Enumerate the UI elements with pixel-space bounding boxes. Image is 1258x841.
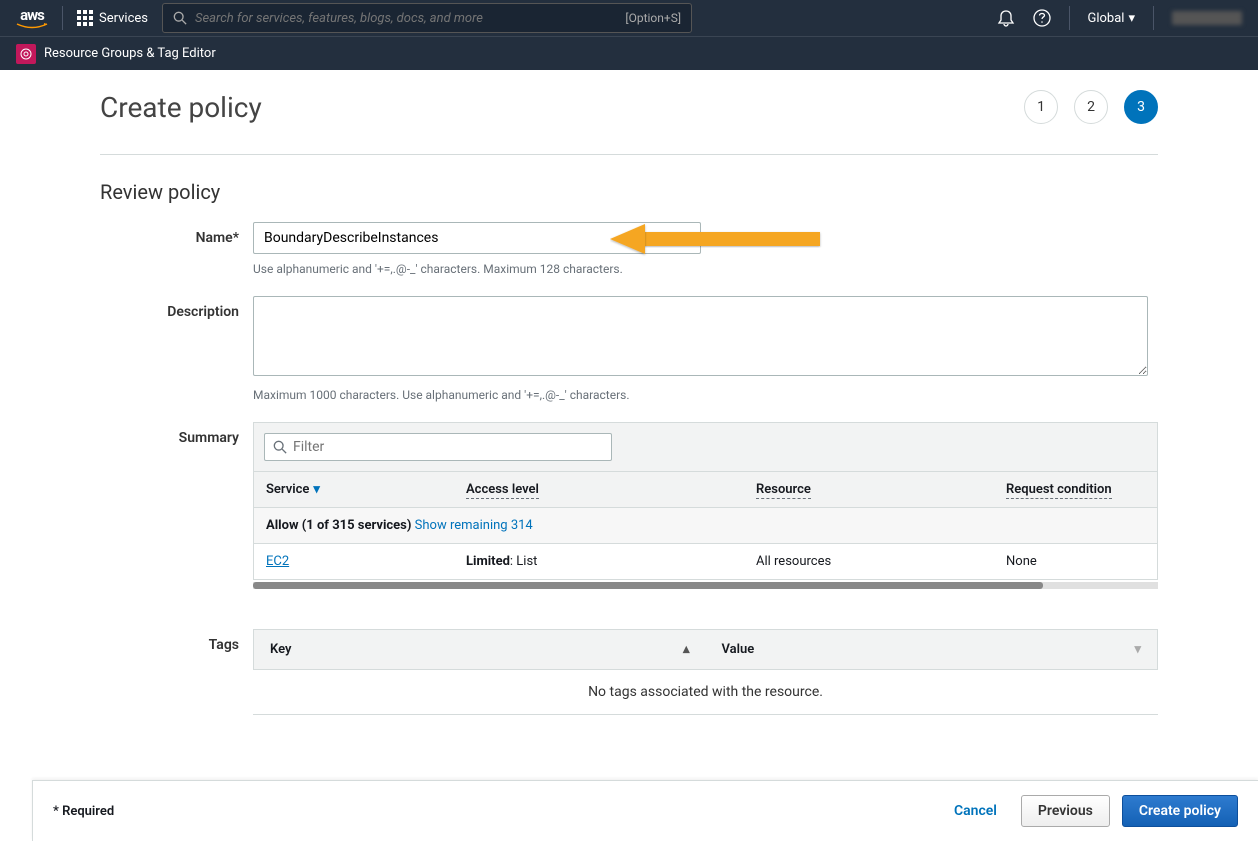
cell-access: Limited: List	[454, 544, 744, 580]
nav-divider	[1069, 6, 1070, 30]
required-note: * Required	[53, 804, 114, 819]
search-shortcut: [Option+S]	[625, 11, 681, 25]
description-label: Description	[100, 296, 253, 402]
section-title: Review policy	[100, 180, 1158, 204]
search-icon	[273, 440, 287, 454]
summary-filter[interactable]	[264, 433, 612, 461]
caret-down-icon: ▾	[1128, 11, 1135, 26]
allow-summary-row: Allow (1 of 315 services) Show remaining…	[254, 508, 1157, 544]
step-2[interactable]: 2	[1074, 90, 1108, 124]
step-3[interactable]: 3	[1124, 90, 1158, 124]
step-indicator: 1 2 3	[1024, 90, 1158, 124]
sort-down-icon: ▾	[1134, 642, 1141, 657]
sub-nav: Resource Groups & Tag Editor	[0, 36, 1258, 70]
region-selector[interactable]: Global ▾	[1088, 11, 1136, 26]
page-title: Create policy	[100, 91, 262, 124]
aws-logo[interactable]: aws	[16, 8, 48, 29]
col-resource[interactable]: Resource	[744, 472, 994, 508]
name-hint: Use alphanumeric and '+=,.@-_' character…	[253, 262, 1158, 276]
account-menu[interactable]	[1172, 11, 1242, 25]
show-remaining-link[interactable]: Show remaining 314	[415, 518, 533, 533]
tags-label: Tags	[100, 629, 253, 715]
nav-divider	[62, 6, 63, 30]
cell-resource: All resources	[744, 544, 994, 580]
footer-bar: * Required Cancel Previous Create policy	[32, 780, 1258, 841]
global-search[interactable]: [Option+S]	[162, 3, 692, 33]
tags-empty-message: No tags associated with the resource.	[253, 670, 1158, 715]
col-condition[interactable]: Request condition	[994, 472, 1157, 508]
search-input[interactable]	[195, 11, 625, 26]
sort-caret-icon: ▾	[313, 482, 320, 497]
cell-condition: None	[994, 544, 1157, 580]
description-hint: Maximum 1000 characters. Use alphanumeri…	[253, 388, 1158, 402]
help-icon[interactable]	[1033, 9, 1051, 27]
nav-divider	[1153, 6, 1154, 30]
step-1[interactable]: 1	[1024, 90, 1058, 124]
services-label: Services	[99, 11, 148, 26]
col-access[interactable]: Access level	[454, 472, 744, 508]
col-service[interactable]: Service▾	[254, 472, 454, 508]
bell-icon[interactable]	[997, 9, 1015, 27]
resource-groups-icon	[16, 44, 36, 64]
previous-button[interactable]: Previous	[1021, 795, 1110, 827]
sub-nav-label[interactable]: Resource Groups & Tag Editor	[44, 46, 216, 61]
services-menu[interactable]: Services	[77, 10, 148, 26]
sort-up-icon: ▴	[683, 642, 690, 657]
grid-icon	[77, 10, 93, 26]
top-nav: aws Services [Option+S] Global ▾	[0, 0, 1258, 36]
policy-description-input[interactable]	[253, 296, 1148, 376]
name-label: Name*	[100, 222, 253, 276]
cancel-button[interactable]: Cancel	[942, 795, 1009, 827]
tags-col-value[interactable]: Value▾	[706, 630, 1158, 670]
tags-col-key[interactable]: Key▴	[254, 630, 706, 670]
horizontal-scrollbar[interactable]	[253, 582, 1158, 589]
create-policy-button[interactable]: Create policy	[1122, 795, 1238, 827]
annotation-arrow	[610, 220, 830, 260]
service-link-ec2[interactable]: EC2	[266, 554, 289, 569]
summary-label: Summary	[100, 422, 253, 589]
search-icon	[173, 11, 187, 25]
summary-filter-input[interactable]	[293, 439, 603, 455]
